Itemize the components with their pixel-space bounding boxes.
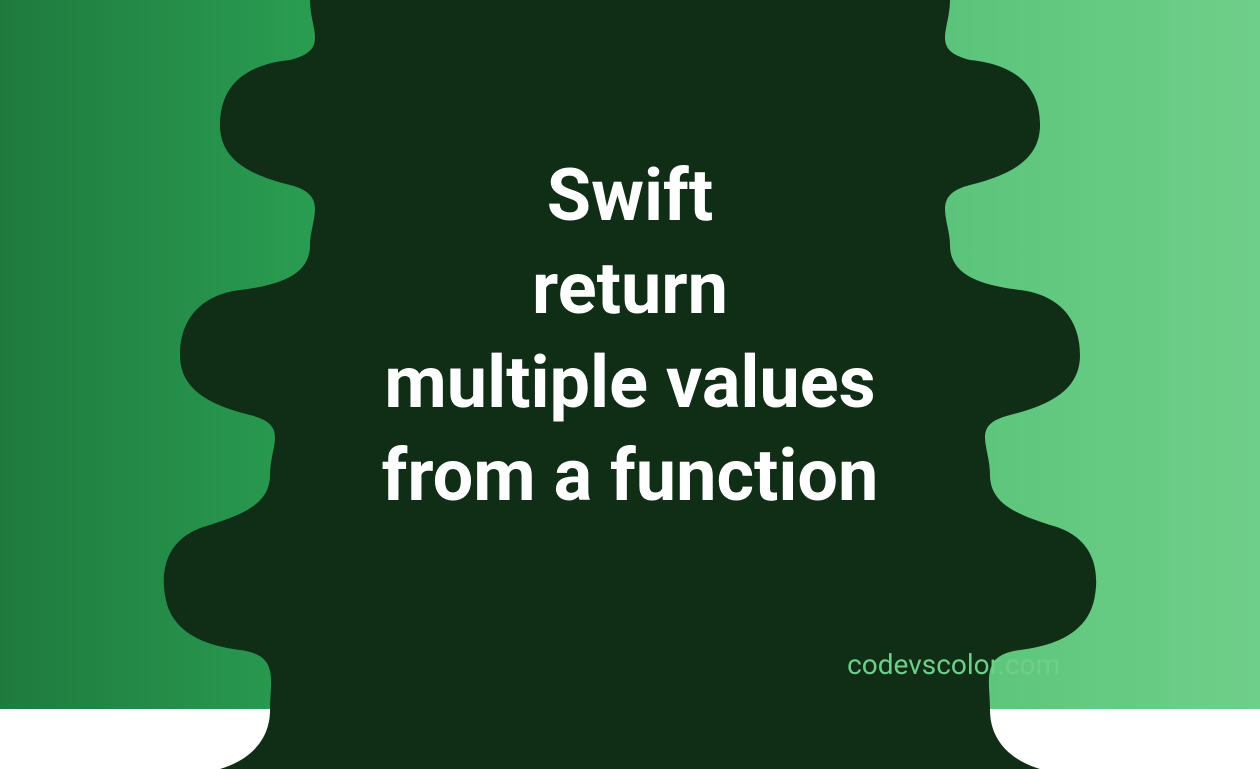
title-line-1: Swift — [230, 149, 1030, 243]
website-label: codevscolor.com — [847, 648, 1060, 681]
title-line-3: multiple values — [230, 336, 1030, 430]
title-line-4: from a function — [230, 429, 1030, 523]
title-line-2: return — [230, 242, 1030, 336]
title-text: Swift return multiple values from a func… — [230, 149, 1030, 523]
